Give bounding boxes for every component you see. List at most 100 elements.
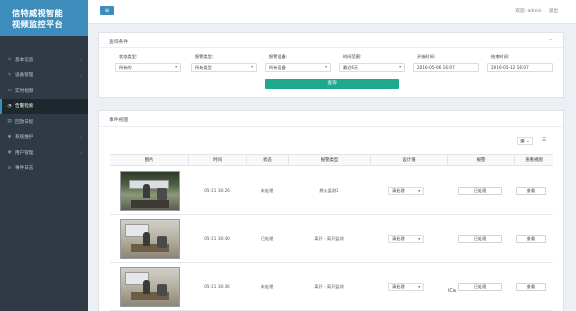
handle-select-value: 请处理 (392, 236, 405, 241)
chevron-down-icon: ▾ (251, 65, 253, 69)
handle-select[interactable]: 请处理 ▾ (388, 283, 424, 291)
column-header: 时间 (188, 155, 246, 166)
watermark: iCa (448, 288, 456, 294)
top-header: ≡ 欢迎: admin 退出 (88, 0, 576, 24)
bell-icon: ◔ (7, 103, 12, 109)
sidebar-item-5[interactable]: ✱ 系统维护 ‹ (0, 130, 88, 146)
sidebar-item-6[interactable]: ◉ 用户管理 ‹ (0, 145, 88, 161)
date-input[interactable]: 2016-05-06 16:07 (413, 63, 479, 72)
table-row: 05-11 16:26 未处理 燃火监测1 请处理 ▾ 已处理 查看 (110, 167, 553, 215)
processed-button[interactable]: 已处理 (458, 283, 502, 291)
field-label: 报警设备: (269, 54, 288, 59)
sidebar-item-label: 设备管理 (15, 73, 34, 79)
snapshot-chair (157, 236, 167, 248)
collapse-icon[interactable]: − (549, 37, 553, 43)
logo-line-2: 视频监控平台 (12, 19, 63, 29)
table-header: 图片 时间 状态 报警类型 设计值 报警 查看视图 (110, 154, 553, 166)
results-panel: 事件视图 ▦ ⌄ ☰ 图片 时间 状态 报警类型 设计值 报警 查看视图 05-11 16:… (98, 110, 564, 311)
column-header: 查看视图 (514, 155, 553, 166)
chevron-down-icon: ▾ (175, 65, 177, 69)
wrench-icon: ✎ (7, 72, 12, 78)
date-input[interactable]: 2016-05-12 16:07 (487, 63, 553, 72)
chevron-left-icon: ‹ (80, 57, 82, 62)
divider (99, 47, 563, 48)
chevron-left-icon: ‹ (80, 150, 82, 155)
handle-select[interactable]: 请处理 ▾ (388, 235, 424, 243)
filter-select[interactable]: 所有的 ▾ (115, 63, 181, 72)
event-time: 05-11 16:40 (204, 236, 230, 241)
divider (99, 126, 563, 127)
processed-button[interactable]: 已处理 (458, 235, 502, 243)
event-status: 未处理 (260, 283, 274, 289)
sidebar-item-label: 回放日程 (15, 119, 34, 125)
query-panel-title: 查询条件 (109, 40, 129, 45)
log-icon: ≡ (7, 165, 12, 171)
snapshot-chair (157, 188, 167, 200)
event-snapshot-image[interactable] (120, 171, 180, 211)
sidebar-item-2[interactable]: ▭ 实时视频 (0, 83, 88, 99)
view-toggle-button[interactable]: ▦ ⌄ (517, 137, 533, 145)
snapshot-person (143, 184, 150, 198)
field-label: 开始时间: (417, 54, 436, 59)
field-label: 报警类型: (195, 54, 214, 59)
snapshot-person (143, 280, 150, 294)
column-header: 状态 (246, 155, 288, 166)
view-button[interactable]: 查看 (516, 235, 546, 243)
alarm-type: 离开 - 离开监测 (314, 283, 344, 289)
chevron-down-icon: ▾ (418, 189, 420, 193)
event-status: 已处理 (260, 235, 274, 241)
results-panel-title: 事件视图 (109, 118, 129, 123)
handle-select-value: 请处理 (392, 188, 405, 193)
welcome-text: 欢迎: admin (515, 9, 542, 14)
alarm-type: 离开 - 离开监测 (314, 235, 344, 241)
handle-select[interactable]: 请处理 ▾ (388, 187, 424, 195)
column-header: 报警类型 (288, 155, 370, 166)
sidebar: 信特威视智能 视频监控平台 ⌂ 基本信息 ‹ ✎ 设备管理 ‹ ▭ 实时视频 ◔ 告警检索 ▤ 回放日… (0, 0, 88, 311)
query-panel: 查询条件 − 状态类型: 所有的 ▾ 报警类型: 所有类型 ▾ 报警设备: 所有设备 ▾ 时间范围… (98, 32, 564, 98)
sidebar-item-4[interactable]: ▤ 回放日程 (0, 114, 88, 130)
event-snapshot-image[interactable] (120, 267, 180, 307)
table-row: 05-11 16:40 已处理 离开 - 离开监测 请处理 ▾ 已处理 查看 (110, 215, 553, 263)
filter-select[interactable]: 所有类型 ▾ (191, 63, 257, 72)
video-icon: ▭ (7, 88, 12, 94)
sidebar-item-label: 告警检索 (15, 104, 34, 110)
sidebar-item-0[interactable]: ⌂ 基本信息 ‹ (0, 52, 88, 68)
users-icon: ◉ (7, 150, 12, 156)
processed-button[interactable]: 已处理 (458, 187, 502, 195)
filter-select[interactable]: 所有设备 ▾ (265, 63, 331, 72)
logout-link[interactable]: 退出 (549, 9, 558, 14)
field-label: 状态类型: (119, 54, 138, 59)
logo: 信特威视智能 视频监控平台 (0, 0, 88, 36)
filter-select[interactable]: 最近6天 ▾ (339, 63, 405, 72)
columns-icon[interactable]: ☰ (539, 137, 549, 145)
chevron-down-icon: ▾ (325, 65, 327, 69)
view-button[interactable]: 查看 (516, 187, 546, 195)
sidebar-item-7[interactable]: ≡ 事件日志 (0, 161, 88, 177)
chevron-left-icon: ‹ (80, 134, 82, 140)
chevron-down-icon: ▾ (418, 237, 420, 241)
sidebar-item-label: 用户管理 (15, 150, 34, 156)
sidebar-menu: ⌂ 基本信息 ‹ ✎ 设备管理 ‹ ▭ 实时视频 ◔ 告警检索 ▤ 回放日程 ✱ 系统维护 ‹ ◉ 用户管理 ‹ ≡… (0, 52, 88, 176)
field-value: 所有设备 (269, 65, 286, 70)
sidebar-item-1[interactable]: ✎ 设备管理 ‹ (0, 68, 88, 84)
view-button[interactable]: 查看 (516, 283, 546, 291)
column-header: 图片 (144, 158, 154, 163)
column-header: 报警 (447, 155, 514, 166)
home-icon: ⌂ (8, 57, 11, 63)
event-time: 05-11 16:26 (204, 188, 230, 193)
chevron-left-icon: ‹ (80, 72, 82, 78)
chevron-down-icon: ▾ (418, 285, 420, 289)
sidebar-item-label: 系统维护 (15, 135, 34, 141)
column-header: 设计值 (370, 155, 447, 166)
chevron-down-icon: ▾ (399, 65, 401, 69)
query-button[interactable]: 查询 (265, 79, 399, 89)
sidebar-toggle-button[interactable]: ≡ (100, 6, 114, 15)
sidebar-item-3[interactable]: ◔ 告警检索 (0, 98, 88, 114)
sidebar-item-label: 事件日志 (15, 166, 34, 172)
field-label: 结束时间: (491, 54, 510, 59)
event-snapshot-image[interactable] (120, 219, 180, 259)
table-row: 05-11 16:36 未处理 离开 - 离开监测 请处理 ▾ 已处理 查看 (110, 263, 553, 311)
snapshot-desk (131, 200, 169, 208)
user-info: 欢迎: admin 退出 (510, 8, 558, 14)
alarm-type: 燃火监测1 (319, 187, 339, 193)
